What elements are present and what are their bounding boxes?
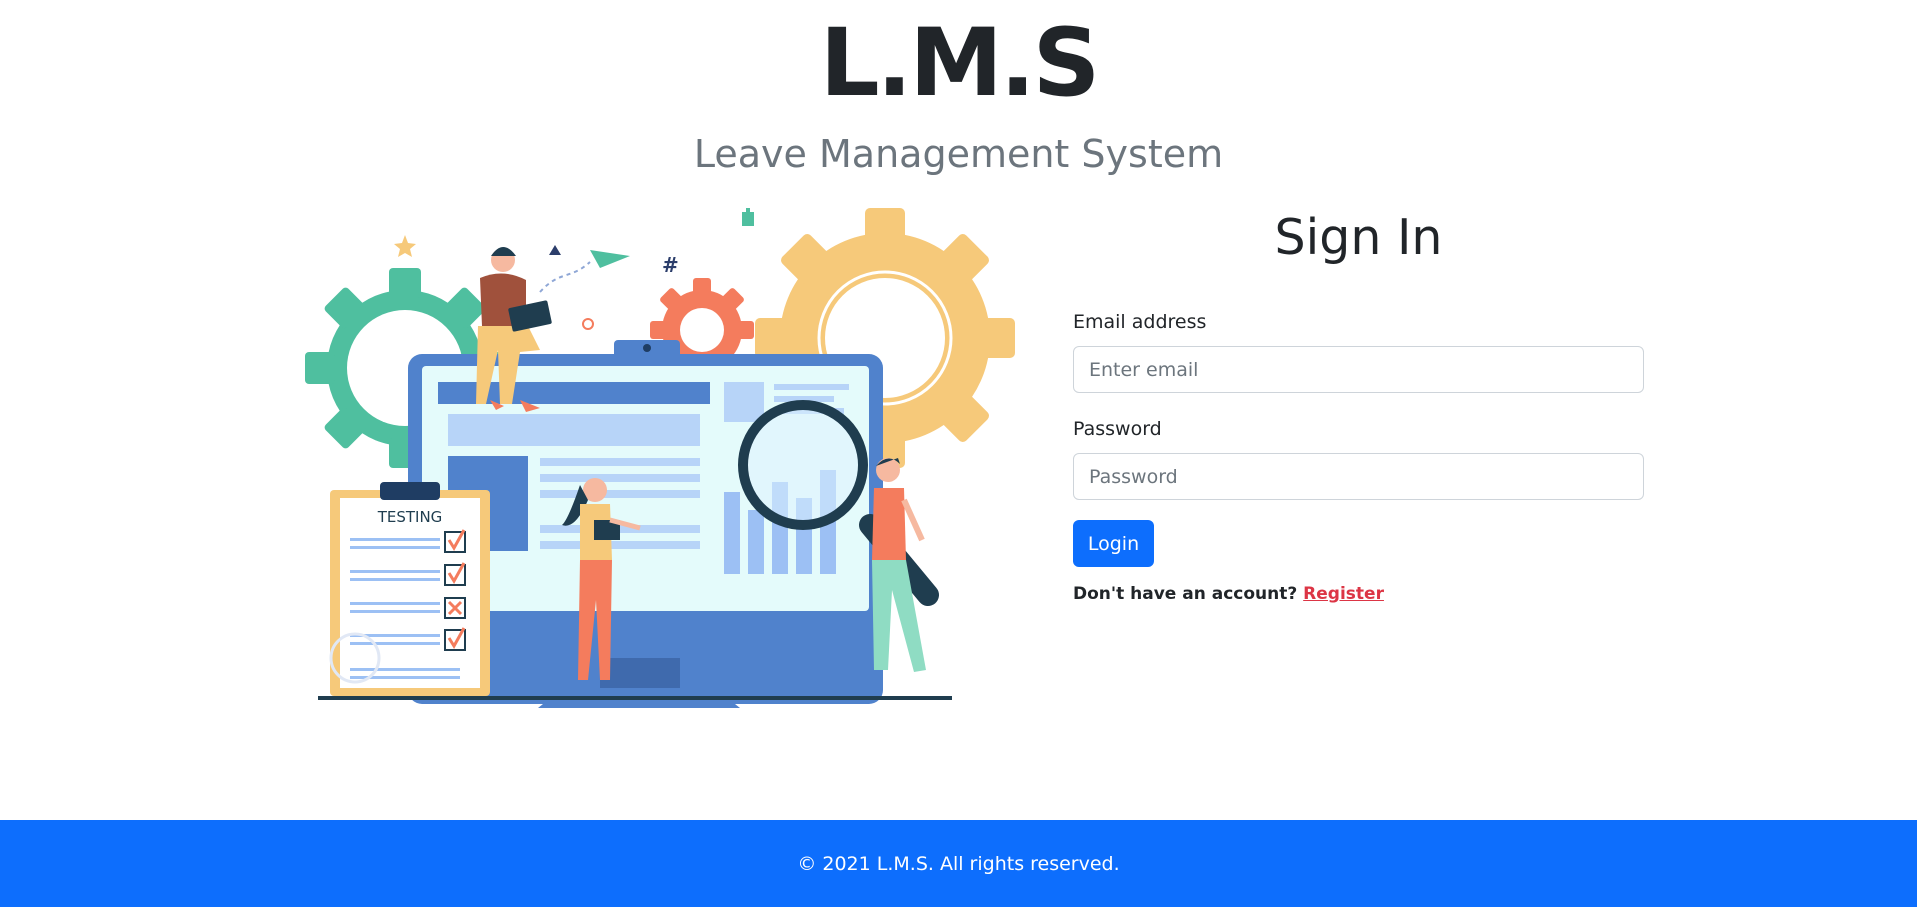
email-field[interactable] xyxy=(1073,346,1644,393)
hash-icon: # xyxy=(662,253,679,277)
spiral-icon xyxy=(582,318,594,330)
register-prompt-text: Don't have an account? xyxy=(1073,584,1298,604)
app-title: L.M.S xyxy=(819,9,1101,118)
register-prompt-line: Don't have an account? Register xyxy=(1073,584,1384,604)
hero-illustration: # TESTING xyxy=(305,208,1015,708)
paper-plane-icon xyxy=(590,250,630,268)
star-icon xyxy=(394,235,416,257)
register-link[interactable]: Register xyxy=(1303,584,1384,604)
signin-heading: Sign In xyxy=(1274,209,1443,266)
password-label: Password xyxy=(1073,418,1162,440)
person-man-icon xyxy=(872,458,926,672)
dashed-trail xyxy=(539,261,591,293)
email-label: Email address xyxy=(1073,311,1207,333)
signin-panel: Sign In Email address Password Login Don… xyxy=(1073,203,1644,604)
clipboard-label: TESTING xyxy=(377,508,443,526)
app-subtitle: Leave Management System xyxy=(693,132,1224,176)
footer-copyright: © 2021 L.M.S. All rights reserved. xyxy=(797,852,1120,875)
login-button[interactable]: Login xyxy=(1073,520,1154,567)
triangle-icon xyxy=(549,245,561,255)
footer: © 2021 L.M.S. All rights reserved. xyxy=(0,820,1917,907)
clipboard-icon: TESTING xyxy=(330,482,490,696)
password-field[interactable] xyxy=(1073,453,1644,500)
thumbs-up-icon xyxy=(742,208,754,226)
